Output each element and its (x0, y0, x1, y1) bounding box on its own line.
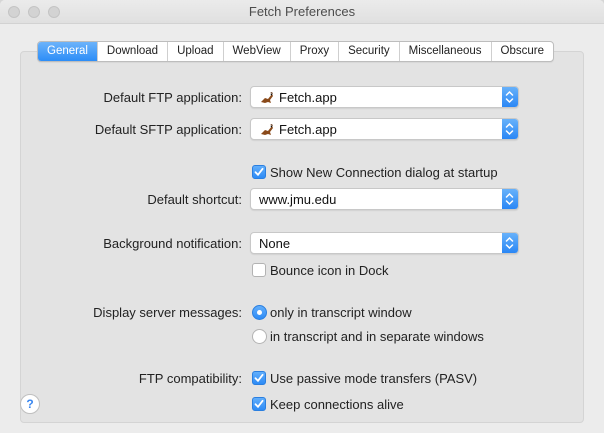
popup-stepper-icon (502, 233, 518, 253)
help-button[interactable]: ? (20, 394, 40, 414)
default-shortcut-label: Default shortcut: (147, 192, 242, 207)
bounce-icon-checkbox[interactable] (252, 263, 266, 277)
ftp-app-popup[interactable]: Fetch.app (250, 86, 519, 108)
checkmark-icon (254, 167, 264, 177)
bounce-icon-label: Bounce icon in Dock (270, 263, 389, 278)
ftp-compat-label: FTP compatibility: (138, 371, 242, 386)
tab-download[interactable]: Download (96, 42, 167, 61)
ftp-app-label: Default FTP application: (103, 90, 243, 105)
tab-general[interactable]: General (38, 42, 97, 61)
show-new-connection-label: Show New Connection dialog at startup (270, 165, 498, 180)
passive-mode-checkbox[interactable] (252, 371, 266, 385)
background-notification-label: Background notification: (103, 236, 242, 251)
tab-webview[interactable]: WebView (222, 42, 290, 61)
popup-stepper-icon (502, 87, 518, 107)
transcript-and-windows-label: in transcript and in separate windows (270, 329, 484, 344)
tab-upload[interactable]: Upload (167, 42, 222, 61)
checkmark-icon (254, 373, 264, 383)
tab-proxy[interactable]: Proxy (289, 42, 338, 61)
server-messages-label: Display server messages: (93, 305, 242, 320)
popup-stepper-icon (502, 119, 518, 139)
show-new-connection-checkbox[interactable] (252, 165, 266, 179)
keep-alive-checkbox[interactable] (252, 397, 266, 411)
transcript-and-windows-radio[interactable] (252, 329, 267, 344)
passive-mode-label: Use passive mode transfers (PASV) (270, 371, 478, 386)
popup-stepper-icon (502, 189, 518, 209)
sftp-app-label: Default SFTP application: (94, 122, 242, 137)
default-shortcut-value: www.jmu.edu (259, 192, 337, 207)
checkmark-icon (254, 399, 264, 409)
tab-security[interactable]: Security (338, 42, 399, 61)
tab-miscellaneous[interactable]: Miscellaneous (398, 42, 491, 61)
background-notification-value: None (259, 236, 291, 251)
help-icon: ? (26, 397, 34, 411)
transcript-only-label: only in transcript window (270, 305, 412, 320)
background-notification-popup[interactable]: None (250, 232, 519, 254)
default-shortcut-popup[interactable]: www.jmu.edu (250, 188, 519, 210)
sftp-app-popup[interactable]: Fetch.app (250, 118, 519, 140)
ftp-app-value: Fetch.app (279, 90, 337, 105)
window-title: Fetch Preferences (248, 4, 356, 19)
tab-obscure[interactable]: Obscure (490, 42, 553, 61)
sftp-app-value: Fetch.app (279, 122, 337, 137)
transcript-only-radio[interactable] (252, 305, 267, 320)
keep-alive-label: Keep connections alive (270, 397, 404, 412)
fetch-dog-icon (261, 124, 273, 135)
fetch-dog-icon (261, 92, 273, 103)
title-bar: Fetch Preferences (0, 0, 604, 24)
preferences-tab-bar: General Download Upload WebView Proxy Se… (37, 41, 554, 62)
preferences-window: Fetch Preferences General Download Uploa… (0, 0, 604, 433)
